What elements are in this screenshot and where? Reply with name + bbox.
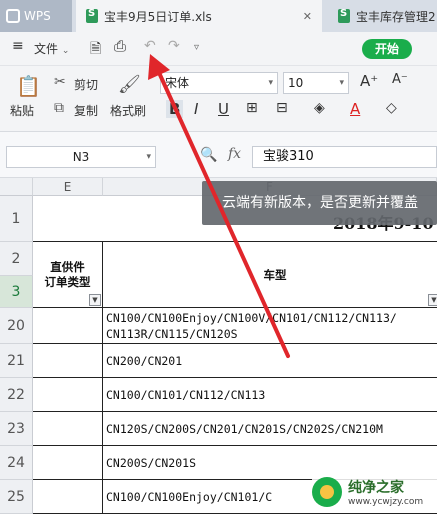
cell-e24[interactable] xyxy=(33,446,103,480)
watermark-name: 纯净之家 xyxy=(348,480,404,496)
formula-input[interactable]: 宝骏310 xyxy=(252,146,437,168)
tab-file-orders[interactable]: 宝丰9月5日订单.xls ✕ xyxy=(76,0,322,32)
file-menu-label: 文件 xyxy=(34,42,59,56)
cell-e20[interactable] xyxy=(33,308,103,344)
font-name-select[interactable]: 宋体 ▾ xyxy=(160,72,278,94)
cell-e23[interactable] xyxy=(33,412,103,446)
row-header-3[interactable]: 3 xyxy=(0,276,33,308)
customize-toolbar-icon[interactable]: ▿ xyxy=(194,42,199,53)
watermark-logo-icon xyxy=(312,477,342,507)
start-tab-button[interactable]: 开始 xyxy=(362,39,412,59)
font-size-value: 10 xyxy=(288,76,304,90)
name-box[interactable]: N3 ▾ xyxy=(6,146,156,168)
undo-icon[interactable]: ↶ xyxy=(144,38,156,54)
wps-label: WPS xyxy=(24,9,51,23)
fill-color-icon[interactable]: ◈ xyxy=(314,100,325,116)
row-header-21[interactable]: 21 xyxy=(0,344,33,378)
watermark-url: www.ycwjzy.com xyxy=(348,497,424,507)
cut-button[interactable]: 剪切 xyxy=(74,76,98,93)
redo-icon[interactable]: ↷ xyxy=(168,38,180,54)
spreadsheet-icon xyxy=(338,8,350,23)
spreadsheet-icon xyxy=(86,8,98,23)
row-header-23[interactable]: 23 xyxy=(0,412,33,446)
header-cell-vehicle-model[interactable]: 车型 xyxy=(103,242,437,308)
file-menu[interactable]: 文件 ⌄ xyxy=(34,40,69,57)
bold-button[interactable]: B xyxy=(166,100,184,118)
print-icon[interactable]: ⎙ xyxy=(114,37,126,55)
paste-button[interactable]: 粘贴 xyxy=(10,102,34,119)
font-name-value: 宋体 xyxy=(165,76,190,90)
paste-icon[interactable]: 📋 xyxy=(16,74,41,98)
chevron-down-icon: ▾ xyxy=(146,152,151,162)
fx-icon[interactable]: fx xyxy=(228,146,241,162)
cell-f21[interactable]: CN200/CN201 xyxy=(103,344,437,378)
chevron-down-icon: ⌄ xyxy=(61,46,70,56)
copy-icon[interactable]: ⧉ xyxy=(54,100,64,116)
chevron-down-icon: ▾ xyxy=(268,78,273,88)
wps-logo-icon xyxy=(6,9,20,23)
row-header-25[interactable]: 25 xyxy=(0,480,33,514)
cell-f23[interactable]: CN120S/CN200S/CN201/CN201S/CN202S/CN210M xyxy=(103,412,437,446)
tab-file-inventory-label: 宝丰库存管理2 xyxy=(356,9,436,24)
underline-button[interactable]: U xyxy=(218,100,229,118)
tab-file-inventory[interactable]: 宝丰库存管理2 xyxy=(330,0,437,32)
row-header-20[interactable]: 20 xyxy=(0,308,33,344)
scissors-icon[interactable]: ✂ xyxy=(54,74,66,90)
increase-font-icon[interactable]: A⁺ xyxy=(360,72,378,90)
title-tab-bar: WPS 宝丰9月5日订单.xls ✕ 宝丰库存管理2 xyxy=(0,0,437,32)
row-header-2[interactable]: 2 xyxy=(0,242,33,276)
decrease-font-icon[interactable]: A⁻ xyxy=(392,72,408,87)
merge-cells-icon[interactable]: ⊟ xyxy=(276,100,288,116)
format-painter-button[interactable]: 格式刷 xyxy=(110,102,146,119)
column-header-e[interactable]: E xyxy=(33,178,103,196)
cell-e22[interactable] xyxy=(33,378,103,412)
tab-file-orders-label: 宝丰9月5日订单.xls xyxy=(104,9,212,24)
cell-e21[interactable] xyxy=(33,344,103,378)
filter-dropdown-icon[interactable]: ▼ xyxy=(428,294,437,306)
select-all-corner[interactable] xyxy=(0,178,33,196)
cell-f22[interactable]: CN100/CN101/CN112/CN113 xyxy=(103,378,437,412)
format-painter-icon[interactable]: 🖌 xyxy=(118,74,141,95)
row-header-1[interactable]: 1 xyxy=(0,196,33,242)
row-header-24[interactable]: 24 xyxy=(0,446,33,480)
italic-button[interactable]: I xyxy=(194,100,198,118)
name-box-value: N3 xyxy=(72,150,90,164)
cell-f20[interactable]: CN100/CN100Enjoy/CN100V/CN101/CN112/CN11… xyxy=(103,308,437,344)
borders-icon[interactable]: ⊞ xyxy=(246,100,258,116)
font-size-select[interactable]: 10 ▾ xyxy=(283,72,349,94)
hamburger-menu-icon[interactable]: ≡ xyxy=(12,38,24,54)
wps-home-tab[interactable]: WPS xyxy=(0,0,72,32)
row-header-22[interactable]: 22 xyxy=(0,378,33,412)
chevron-down-icon: ▾ xyxy=(339,78,344,88)
site-watermark: 纯净之家 www.ycwjzy.com xyxy=(312,472,437,512)
copy-button[interactable]: 复制 xyxy=(74,102,98,119)
filter-dropdown-icon[interactable]: ▼ xyxy=(89,294,101,306)
cell-e25[interactable] xyxy=(33,480,103,514)
save-icon[interactable]: 🗎 xyxy=(90,38,101,62)
eraser-icon[interactable]: ◇ xyxy=(386,100,397,116)
close-icon[interactable]: ✕ xyxy=(303,10,312,23)
font-color-icon[interactable]: A xyxy=(350,100,360,118)
cloud-update-toast[interactable]: 云端有新版本，是否更新并覆盖 xyxy=(202,181,437,225)
zoom-icon[interactable]: 🔍 xyxy=(200,147,217,163)
